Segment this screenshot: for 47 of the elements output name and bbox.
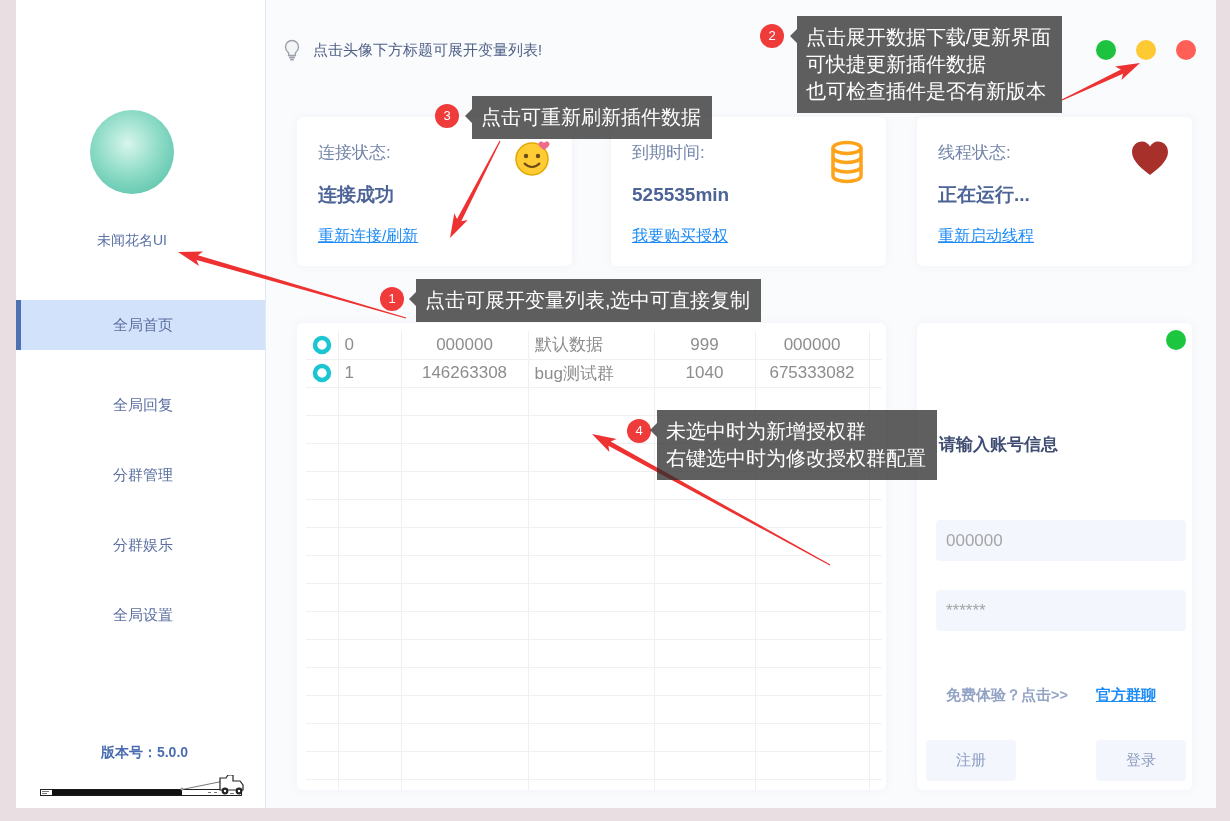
annotation-tooltip: 点击可展开变量列表,选中可直接复制 <box>409 279 762 322</box>
version-label: 版本号：5.0.0 <box>99 743 190 761</box>
card-value: 连接成功 <box>318 184 394 206</box>
window-control-button[interactable] <box>1176 40 1196 60</box>
card-label: 连接状态: <box>318 143 391 163</box>
smiley-face-icon <box>514 140 550 176</box>
window-control-button[interactable] <box>1096 40 1116 60</box>
window-control-button[interactable] <box>1136 40 1156 60</box>
card-link[interactable]: 重新连接/刷新 <box>318 226 419 246</box>
ring-icon <box>311 363 332 383</box>
card-label: 线程状态: <box>938 143 1011 163</box>
group-chat-link[interactable]: 官方群聊 <box>1095 685 1156 705</box>
table-cell: 999 <box>654 331 755 359</box>
account-input[interactable]: 000000 <box>936 520 1186 561</box>
annotation-tooltip: 未选中时为新增授权群 右键选中时为修改授权群配置 <box>650 410 937 480</box>
table-cell: 默认数据 <box>528 331 654 359</box>
sidebar-item[interactable]: 分群娱乐 <box>16 520 265 570</box>
heart-icon <box>1130 140 1170 176</box>
card-value: 正在运行... <box>938 184 1030 206</box>
lightbulb-icon <box>284 39 300 61</box>
register-button[interactable]: 注册 <box>926 740 1016 781</box>
card-label: 到期时间: <box>632 143 705 163</box>
login-button[interactable]: 登录 <box>1096 740 1186 781</box>
card-link[interactable]: 我要购买授权 <box>632 226 728 246</box>
table-cell: 1040 <box>654 359 755 387</box>
table-cell: 146263308 <box>401 359 528 387</box>
table-cell: bug测试群 <box>528 359 654 387</box>
sidebar-item[interactable]: 全局设置 <box>16 590 265 640</box>
sidebar-item[interactable]: 全局首页 <box>16 300 265 350</box>
annotation-tooltip: 点击可重新刷新插件数据 <box>465 96 712 139</box>
database-icon <box>830 140 864 184</box>
table-cell: 1 <box>338 359 401 387</box>
table-cell: 000000 <box>755 331 869 359</box>
table-cell: 0 <box>338 331 401 359</box>
annotation-tooltip: 点击展开数据下载/更新界面 可快捷更新插件数据 也可检查插件是否有新版本 <box>790 16 1063 113</box>
hint-text: 点击头像下方标题可展开变量列表! <box>313 40 543 60</box>
login-title: 请输入账号信息 <box>939 435 1058 455</box>
trial-text: 免费体验？点击>> <box>946 686 1068 705</box>
sidebar-item[interactable]: 全局回复 <box>16 380 265 430</box>
username-title[interactable]: 未闻花名UI <box>97 231 167 249</box>
card-value: 525535min <box>632 184 730 206</box>
ring-icon <box>311 334 332 355</box>
card-link[interactable]: 重新启动线程 <box>938 226 1034 246</box>
table-cell: 675333082 <box>755 359 869 387</box>
table-cell: 000000 <box>401 331 528 359</box>
sidebar-item[interactable]: 分群管理 <box>16 450 265 500</box>
password-input[interactable]: ****** <box>936 590 1186 631</box>
